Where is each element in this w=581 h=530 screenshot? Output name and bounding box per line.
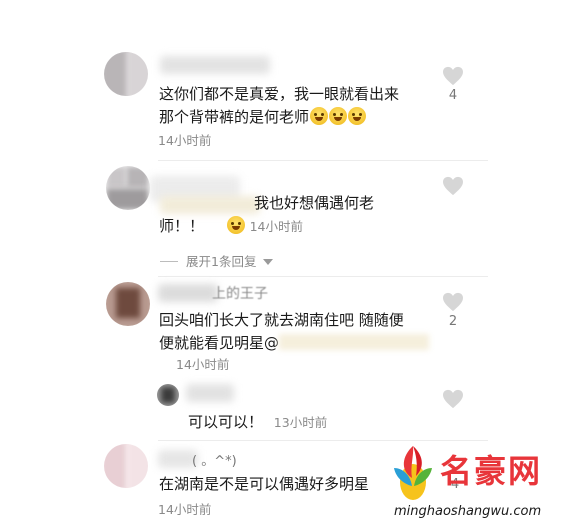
reply-username-blurred[interactable] <box>186 384 234 402</box>
timestamp: 14小时前 <box>158 502 212 517</box>
like-heart-icon[interactable] <box>442 66 464 86</box>
divider <box>158 160 488 161</box>
avatar[interactable] <box>106 282 150 326</box>
like-heart-icon[interactable] <box>442 292 464 312</box>
timestamp: 14小时前 <box>158 133 212 148</box>
timestamp: 14小时前 <box>249 219 303 234</box>
comment-text: 回头咱们长大了就去湖南住吧 随随便 便就能看见明星@ <box>159 309 430 355</box>
smiling-emoji-icon <box>226 216 245 234</box>
laughing-emoji-icon <box>329 107 348 125</box>
watermark: 名豪网 minghaoshangwu.com <box>388 440 578 528</box>
comment-text: 我也好想偶遇何老 师！！ 14小时前 <box>159 194 375 235</box>
reply-timestamp: 13小时前 <box>273 415 328 430</box>
username-fragment[interactable]: 上的王子 <box>212 283 268 303</box>
username-blurred[interactable] <box>158 284 218 302</box>
laughing-emoji-icon <box>310 107 329 125</box>
reply-avatar[interactable] <box>157 384 179 406</box>
expand-line <box>160 261 178 262</box>
username-fragment[interactable]: ( 。^*) <box>192 450 237 469</box>
avatar[interactable] <box>104 444 148 488</box>
brand-name: 名豪网 <box>440 452 543 490</box>
expand-replies[interactable]: 展开1条回复 <box>160 251 274 270</box>
comment-text: 这你们都不是真爱，我一眼就看出来 那个背带裤的是何老师 <box>159 85 400 126</box>
like-count: 4 <box>448 88 458 103</box>
mention-blurred[interactable] <box>279 334 430 350</box>
timestamp: 14小时前 <box>176 357 230 372</box>
reply-text: 可以可以！ 13小时前 <box>188 413 328 431</box>
username-blurred[interactable] <box>160 56 270 74</box>
like-heart-icon[interactable] <box>442 389 464 409</box>
like-heart-icon[interactable] <box>442 176 464 196</box>
avatar[interactable] <box>106 166 150 210</box>
brand-logo-icon <box>394 446 432 500</box>
chevron-down-icon[interactable] <box>263 259 274 265</box>
laughing-emoji-icon <box>348 107 367 125</box>
divider <box>158 276 488 277</box>
brand-url: minghaoshangwu.com <box>394 504 542 519</box>
like-count: 2 <box>448 314 458 329</box>
expand-label[interactable]: 展开1条回复 <box>186 254 256 269</box>
avatar[interactable] <box>104 52 148 96</box>
comment-text: 在湖南是不是可以偶遇好多明星 <box>159 475 370 493</box>
